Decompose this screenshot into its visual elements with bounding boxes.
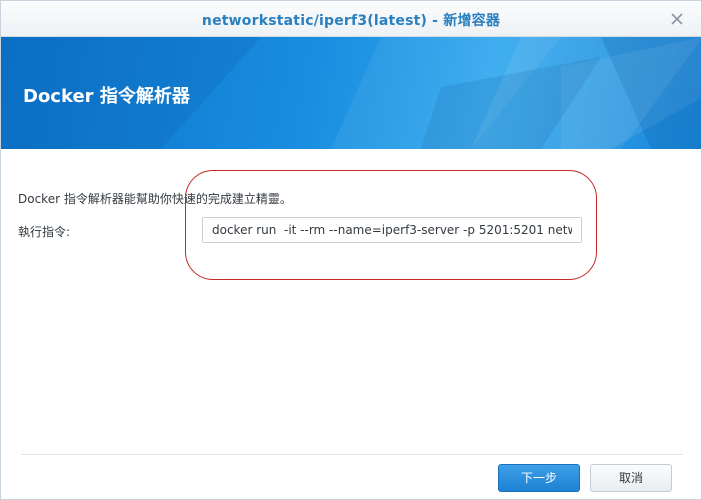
next-button[interactable]: 下一步 — [498, 464, 580, 492]
description-text: Docker 指令解析器能幫助你快速的完成建立精靈。 — [18, 192, 292, 206]
banner-title: Docker 指令解析器 — [23, 86, 190, 107]
command-label: 執行指令: — [18, 225, 71, 239]
close-icon — [671, 13, 683, 25]
window-title: networkstatic/iperf3(latest) - 新增容器 — [201, 13, 501, 29]
close-button[interactable] — [667, 9, 687, 29]
header-banner: Docker 指令解析器 — [1, 37, 701, 149]
cancel-button[interactable]: 取消 — [590, 464, 672, 492]
command-input[interactable] — [202, 217, 582, 243]
footer-divider — [21, 454, 683, 455]
title-bar: networkstatic/iperf3(latest) - 新增容器 — [1, 1, 701, 37]
dialog-window: networkstatic/iperf3(latest) - 新增容器 Dock… — [0, 0, 702, 500]
form-content: Docker 指令解析器能幫助你快速的完成建立精靈。 執行指令: — [1, 149, 701, 449]
